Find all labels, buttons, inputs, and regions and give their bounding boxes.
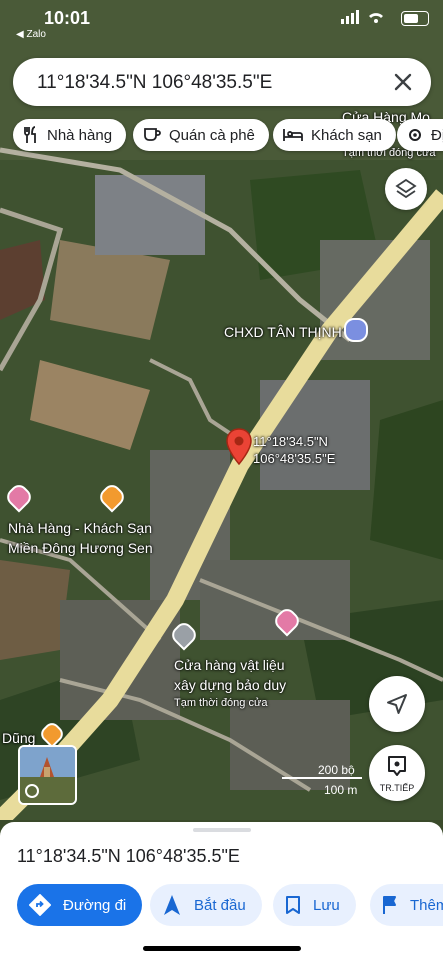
search-bar[interactable]: 11°18'34.5"N 106°48'35.5"E [13, 58, 431, 106]
directions-button[interactable]: Đường đi [17, 884, 143, 926]
chip-label: Nhà hàng [47, 126, 113, 144]
chip-hotels[interactable]: Khách sạn [273, 119, 396, 151]
place-bottom-sheet[interactable]: 11°18'34.5"N 106°48'35.5"E Đường đi Bắt … [0, 822, 443, 959]
gas-station-label[interactable]: CHXD TÂN THỊNH [224, 324, 342, 340]
chip-label: Khách sạn [311, 126, 382, 144]
status-bar: 10:01 ◀ Zalo [0, 0, 443, 40]
poi-label[interactable]: Miền Đông Hương Sen [8, 540, 153, 556]
navigation-arrow-icon [164, 895, 180, 915]
action-label: Bắt đầu [194, 896, 246, 914]
start-button[interactable]: Bắt đầu [150, 884, 262, 926]
street-view-image [20, 747, 75, 803]
chip-cafes[interactable]: Quán cà phê [133, 119, 269, 151]
my-location-button[interactable] [369, 676, 425, 732]
bed-icon [283, 129, 303, 141]
layers-icon [395, 178, 417, 199]
poi-label[interactable]: Nhà Hàng - Khách Sạn [8, 520, 152, 536]
chip-label: Đị [431, 126, 443, 144]
flag-icon [383, 896, 396, 914]
next-label: TR.TIẾP [379, 783, 415, 793]
action-label: Lưu [313, 896, 340, 914]
sheet-grab-handle[interactable] [193, 828, 251, 832]
directions-icon [29, 894, 51, 916]
pin-lat: 11°18'34.5"N [253, 434, 328, 449]
street-view-thumbnail[interactable] [18, 745, 77, 805]
dropped-pin-icon[interactable] [226, 428, 252, 466]
coffee-cup-icon [144, 128, 161, 141]
home-indicator [143, 946, 301, 951]
poi-label[interactable]: xây dựng bảo duy [174, 677, 286, 693]
poi-label[interactable]: Dũng [2, 730, 35, 746]
scale-bar [282, 777, 362, 779]
search-query[interactable]: 11°18'34.5"N 106°48'35.5"E [37, 72, 272, 94]
battery-icon [401, 11, 429, 26]
settings-icon [409, 129, 421, 141]
bookmark-icon [286, 896, 300, 914]
fork-knife-icon [24, 126, 36, 143]
back-to-app-link[interactable]: ◀ Zalo [16, 29, 46, 40]
more-button[interactable]: Thêm [370, 884, 443, 926]
status-time: 10:01 [44, 8, 91, 28]
scale-meters: 100 m [324, 783, 358, 797]
scale-feet: 200 bộ [318, 763, 355, 777]
save-button[interactable]: Lưu [273, 884, 356, 926]
poi-label[interactable]: Cửa hàng vật liệu [174, 657, 285, 673]
pin-lng: 106°48'35.5"E [253, 451, 336, 466]
action-label: Đường đi [63, 896, 127, 914]
next-button[interactable]: TR.TIẾP [369, 745, 425, 801]
layers-button[interactable] [385, 168, 427, 210]
navigation-arrow-icon [387, 694, 407, 714]
signal-wifi-icon [341, 10, 383, 24]
action-label: Thêm [410, 896, 443, 914]
gas-station-icon[interactable] [344, 318, 368, 342]
location-pin-icon [388, 756, 406, 776]
action-buttons: Đường đi Bắt đầu Lưu Thêm [17, 884, 443, 928]
place-title: 11°18'34.5"N 106°48'35.5"E [17, 846, 240, 866]
poi-status: Tạm thời đóng cửa [174, 697, 268, 709]
close-icon[interactable] [391, 70, 415, 94]
category-chips: Nhà hàng Quán cà phê Khách sạn Đị [13, 119, 443, 153]
pin-coordinate-label: 11°18'34.5"N 106°48'35.5"E [253, 433, 335, 467]
chip-label: Quán cà phê [169, 126, 255, 144]
chip-more[interactable]: Đị [397, 119, 443, 151]
chip-restaurants[interactable]: Nhà hàng [13, 119, 127, 151]
